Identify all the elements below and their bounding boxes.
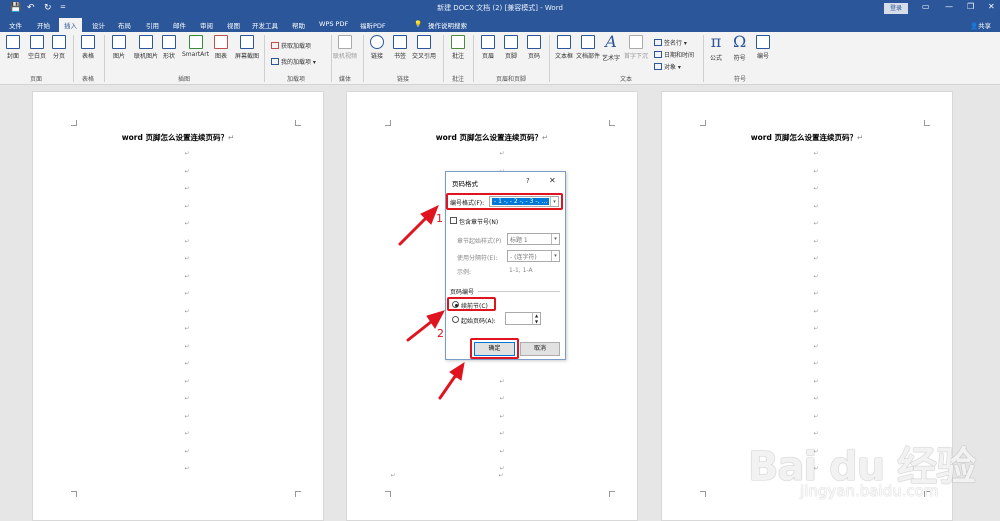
step-number-3: 3 — [455, 368, 462, 381]
baidu-watermark-url: jingyan.baidu.com — [800, 482, 939, 500]
arrow-2-head — [426, 310, 445, 329]
step-number-2: 2 — [437, 327, 444, 340]
step-number-1: 1 — [436, 212, 443, 225]
